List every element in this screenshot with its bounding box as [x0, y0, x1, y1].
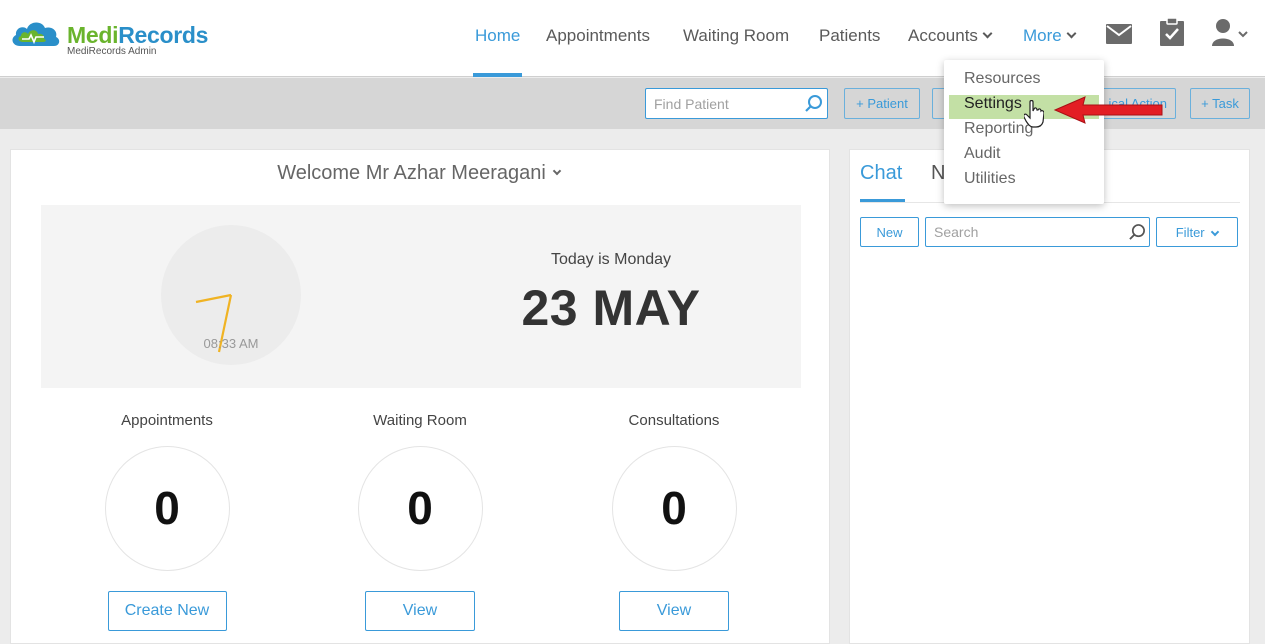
mail-icon[interactable]	[1106, 24, 1132, 48]
chevron-down-icon	[1211, 227, 1220, 236]
nav-home-label: Home	[475, 26, 521, 45]
stat-appointments: Appointments 0 Create New	[67, 412, 267, 631]
chat-panel: Chat N New Filter	[849, 149, 1250, 644]
menu-item-reporting[interactable]: Reporting	[964, 120, 1033, 138]
nav-patients-label: Patients	[819, 26, 881, 45]
brand-name-medi: Medi	[67, 22, 119, 48]
new-chat-button[interactable]: New	[860, 217, 919, 247]
filter-label: Filter	[1175, 224, 1205, 240]
chevron-down-icon	[982, 28, 993, 39]
analog-clock: 08:33 AM	[161, 225, 301, 365]
find-patient-input[interactable]	[645, 88, 828, 119]
add-patient-button[interactable]: + Patient	[844, 88, 920, 119]
chat-search-input[interactable]	[925, 217, 1150, 247]
welcome-heading[interactable]: Welcome Mr Azhar Meeragani	[11, 162, 826, 185]
brand-name-records: Records	[118, 22, 209, 48]
nav-appointments[interactable]: Appointments	[546, 26, 650, 46]
nav-more-label: More	[1023, 26, 1062, 45]
nav-home[interactable]: Home	[475, 26, 520, 46]
view-consultations-button[interactable]: View	[619, 591, 729, 631]
stat-waiting-room: Waiting Room 0 View	[320, 412, 520, 631]
nav-waiting-room-label: Waiting Room	[683, 26, 790, 45]
stat-count: 0	[611, 446, 737, 571]
more-dropdown-menu: Resources Settings Reporting Audit Utili…	[944, 60, 1104, 204]
search-icon[interactable]	[1129, 224, 1146, 241]
create-new-appointment-button[interactable]: Create New	[107, 591, 227, 631]
brand-subtitle: MediRecords Admin	[67, 46, 157, 57]
stat-label: Waiting Room	[373, 412, 467, 429]
search-icon[interactable]	[805, 95, 823, 113]
cloud-logo-icon	[12, 22, 60, 46]
nav-patients[interactable]: Patients	[819, 26, 880, 46]
menu-item-audit[interactable]: Audit	[964, 145, 1000, 163]
chevron-down-icon	[1066, 28, 1077, 39]
clock-time-label: 08:33 AM	[203, 336, 259, 351]
chevron-down-icon	[552, 166, 562, 176]
today-label: Today is Monday	[550, 251, 672, 268]
add-task-button[interactable]: + Task	[1190, 88, 1250, 119]
tab-chat[interactable]: Chat	[860, 162, 902, 185]
nav-accounts[interactable]: Accounts	[908, 26, 993, 46]
welcome-text: Welcome Mr Azhar Meeragani	[277, 162, 546, 184]
filter-button[interactable]: Filter	[1156, 217, 1238, 247]
stat-count: 0	[357, 446, 483, 571]
menu-item-utilities[interactable]: Utilities	[964, 170, 1016, 188]
current-date: 23 MAY	[521, 280, 701, 336]
menu-item-settings[interactable]: Settings	[964, 95, 1022, 113]
nav-active-indicator	[473, 73, 522, 77]
medirecords-logo[interactable]: MediRecords MediRecords Admin	[10, 18, 230, 60]
annotation-arrow-icon	[1053, 96, 1163, 124]
stat-label: Appointments	[121, 412, 213, 429]
view-waiting-room-button[interactable]: View	[365, 591, 475, 631]
nav-more[interactable]: More	[1023, 26, 1077, 46]
clock-widget: 08:33 AM Today is Monday 23 MAY	[41, 205, 801, 388]
dashboard-panel: Welcome Mr Azhar Meeragani 08:33 AM Toda…	[10, 149, 830, 644]
clipboard-check-icon[interactable]	[1160, 17, 1184, 50]
stat-count: 0	[104, 446, 230, 571]
hand-cursor-icon	[1024, 100, 1044, 128]
nav-waiting-room[interactable]: Waiting Room	[683, 26, 789, 46]
user-menu-icon[interactable]	[1212, 18, 1252, 52]
nav-accounts-label: Accounts	[908, 26, 978, 45]
menu-item-resources[interactable]: Resources	[964, 70, 1040, 88]
brand-name: MediRecords	[67, 22, 208, 49]
stat-label: Consultations	[628, 412, 720, 429]
nav-appointments-label: Appointments	[546, 26, 650, 45]
stat-consultations: Consultations 0 View	[574, 412, 774, 631]
